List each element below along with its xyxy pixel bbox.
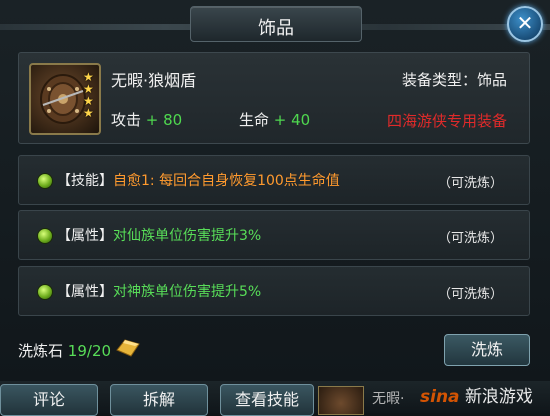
attribute-tag: 【技能】 [57,173,113,189]
attribute-desc: 自愈1: 每回合自身恢复100点生命值 [113,173,340,189]
item-info-panel: ★ ★ ★ ★ 无暇·狼烟盾 装备类型：饰品 攻击 + 80 生命 + 40 四海游侠… [18,52,530,144]
exclusive-label: 四海游侠专用装备 [386,112,507,130]
washable-tag: （可洗炼） [437,287,503,302]
watermark-text: 新浪游戏 [464,387,533,407]
green-orb-icon [37,173,53,189]
stat-life: 生命 + 40 [239,109,310,130]
close-icon[interactable]: ✕ [507,6,543,42]
stone-count: 19/20 [67,342,112,360]
washable-tag: （可洗炼） [437,176,503,191]
attribute-row[interactable]: 【属性】对仙族单位伤害提升3% （可洗炼） [18,210,530,260]
attribute-text: 【属性】对仙族单位伤害提升3% [57,225,261,245]
attribute-row[interactable]: 【属性】对神族单位伤害提升5% （可洗炼） [18,266,530,316]
washable-tag: （可洗炼） [437,231,503,246]
view-skill-button[interactable]: 查看技能 [220,384,314,416]
title-bar: 饰品 [190,6,362,42]
stone-name: 洗炼石 [18,342,64,360]
comment-button[interactable]: 评论 [0,384,98,416]
next-item-thumbnail[interactable] [318,386,364,415]
attribute-text: 【属性】对神族单位伤害提升5% [57,281,261,301]
equip-type: 装备类型：饰品 [401,71,507,89]
stat-value: + 80 [145,111,183,129]
window-title: 饰品 [258,18,294,39]
refine-button[interactable]: 洗炼 [444,334,530,366]
star-rating: ★ ★ ★ ★ [83,70,94,120]
dismantle-button[interactable]: 拆解 [110,384,208,416]
stat-label: 生命 [239,111,270,129]
item-name: 无暇·狼烟盾 [111,71,197,90]
attribute-text: 【技能】自愈1: 每回合自身恢复100点生命值 [57,170,340,190]
attribute-tag: 【属性】 [57,228,113,244]
green-orb-icon [37,228,53,244]
gold-stone-icon [116,339,140,357]
attribute-desc: 对仙族单位伤害提升3% [113,228,262,244]
item-icon[interactable]: ★ ★ ★ ★ [29,63,101,135]
attribute-tag: 【属性】 [57,284,113,300]
watermark: sina 新浪游戏 [420,382,533,407]
stat-attack: 攻击 + 80 [111,109,182,130]
attribute-desc: 对神族单位伤害提升5% [113,284,262,300]
next-item-name: 无暇· [372,391,405,407]
green-orb-icon [37,284,53,300]
watermark-brand: sina [420,387,460,407]
stat-value: + 40 [273,111,311,129]
stat-label: 攻击 [111,111,142,129]
refine-stone-label: 洗炼石 19/20 [18,340,111,361]
attribute-row[interactable]: 【技能】自愈1: 每回合自身恢复100点生命值 （可洗炼） [18,155,530,205]
